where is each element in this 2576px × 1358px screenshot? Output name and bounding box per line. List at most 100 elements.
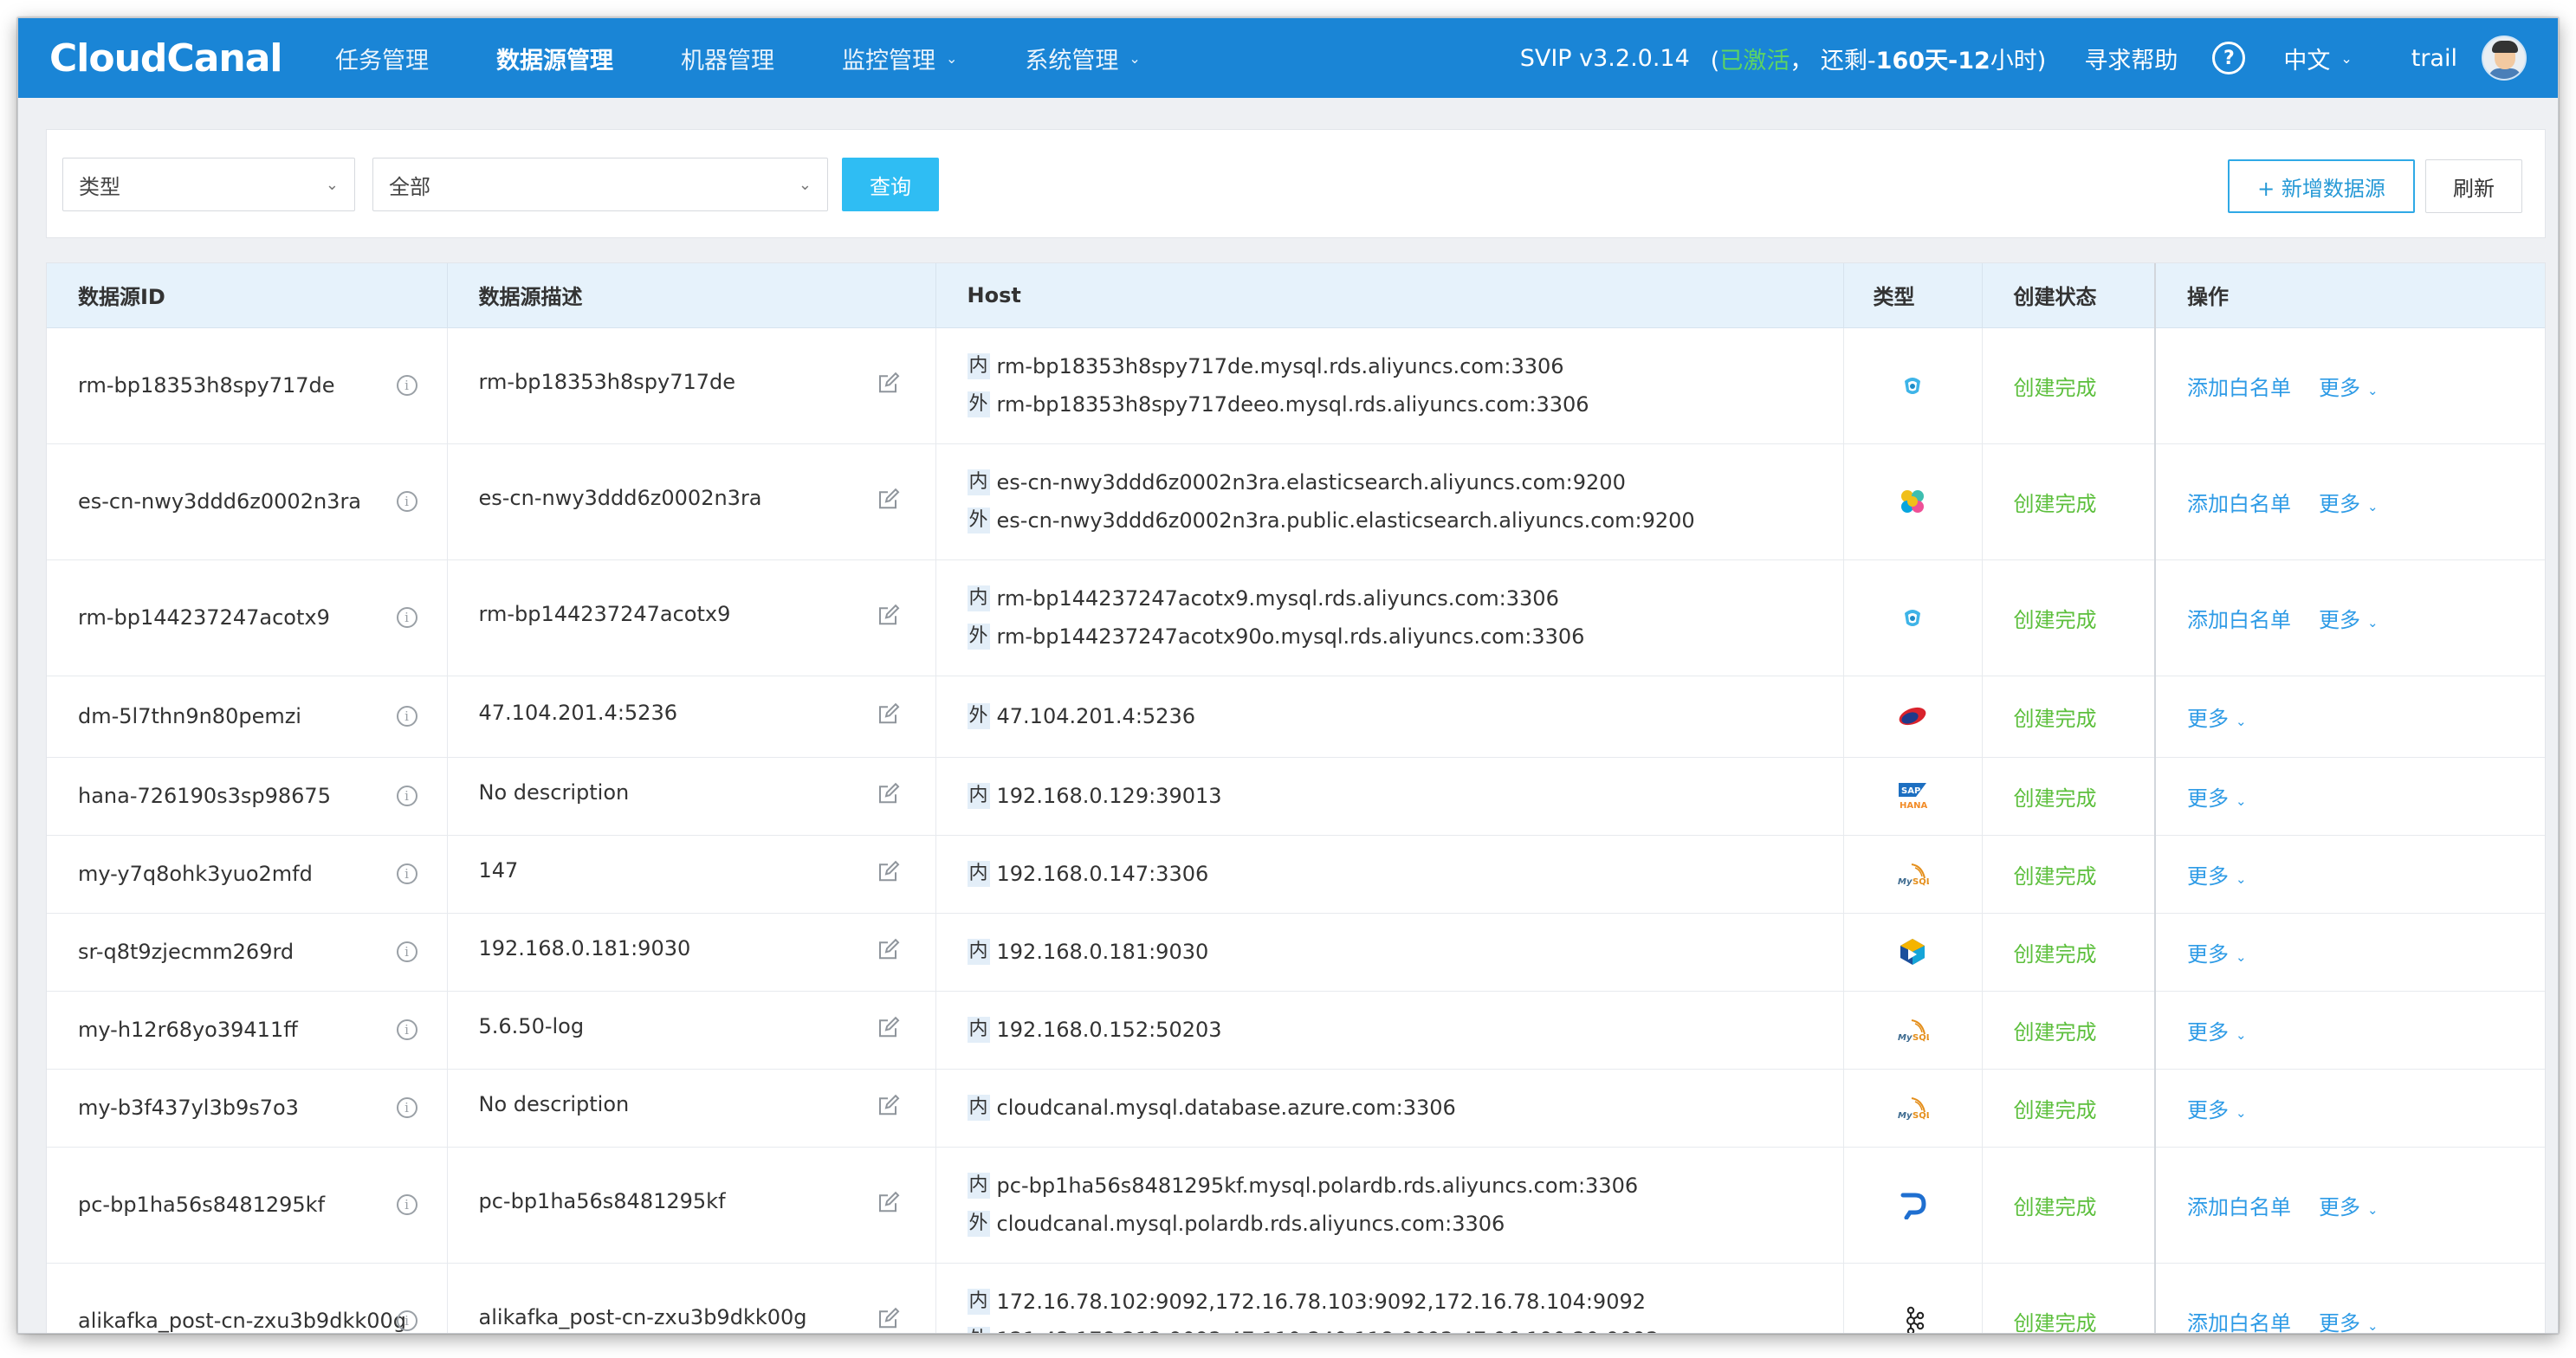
table-row[interactable]: my-y7q8ohk3yuo2mfd i 147 内 192.168.0.147:330… [47,835,2545,914]
type-select[interactable]: 类型 ⌄ [62,158,355,211]
info-icon[interactable]: i [396,706,417,727]
host-value: 192.168.0.181:9030 [996,940,1209,964]
cell-datasource-id: pc-bp1ha56s8481295kf i [47,1147,448,1264]
info-icon[interactable]: i [396,375,417,396]
cell-datasource-id: hana-726190s3sp98675 i [47,757,448,836]
refresh-button[interactable]: 刷新 [2425,159,2522,213]
add-whitelist-link[interactable]: 添加白名单 [2187,371,2291,401]
filter-bar: 类型 ⌄ 全部 ⌄ 查询 + 新增数据源 刷新 [46,129,2546,238]
cell-datasource-id: rm-bp144237247acotx9 i [47,559,448,676]
nav-item-3[interactable]: 监控管理 ⌄ [842,18,957,98]
nav-item-1[interactable]: 数据源管理 [496,18,613,98]
main-nav: 任务管理 数据源管理 机器管理 监控管理 ⌄ 系统管理 ⌄ [335,18,1208,98]
more-dropdown[interactable]: 更多 ⌄ [2319,1190,2379,1220]
datasource-desc: 192.168.0.181:9030 [478,936,691,960]
edit-icon[interactable] [877,1306,901,1330]
cell-datasource-desc: rm-bp18353h8spy717de [447,327,936,444]
logo[interactable]: CloudCanal [49,36,335,81]
edit-icon[interactable] [877,603,901,627]
chevron-down-icon: ⌄ [2367,614,2379,630]
table-row[interactable]: rm-bp144237247acotx9 i rm-bp144237247acotx… [47,559,2545,676]
cell-datasource-desc: No description [447,757,936,836]
table-row[interactable]: pc-bp1ha56s8481295kf i pc-bp1ha56s8481295k… [47,1147,2545,1264]
more-dropdown[interactable]: 更多 ⌄ [2187,1093,2247,1123]
cell-datasource-id: my-h12r68yo39411ff i [47,991,448,1070]
host-network-tag: 内 [967,353,990,379]
more-dropdown[interactable]: 更多 ⌄ [2319,371,2379,401]
svg-text:SQL: SQL [1913,1033,1929,1043]
table-row[interactable]: sr-q8t9zjecmm269rd i 192.168.0.181:9030 内 19… [47,913,2545,992]
info-icon[interactable]: i [396,1194,417,1215]
more-dropdown[interactable]: 更多 ⌄ [2187,859,2247,889]
edit-icon[interactable] [877,1190,901,1214]
query-button[interactable]: 查询 [842,158,939,211]
more-dropdown[interactable]: 更多 ⌄ [2187,937,2247,967]
info-icon[interactable]: i [396,786,417,806]
dameng-icon [1844,703,1982,729]
help-link[interactable]: 寻求帮助 [2084,42,2178,75]
host-line: 外 rm-bp18353h8spy717deeo.mysql.rds.aliyun… [967,385,1843,424]
table-row[interactable]: rm-bp18353h8spy717de i rm-bp18353h8spy717d… [47,327,2545,444]
table-row[interactable]: my-h12r68yo39411ff i 5.6.50-log 内 192.168.0.… [47,991,2545,1070]
info-icon[interactable]: i [396,607,417,628]
table-row[interactable]: hana-726190s3sp98675 i No description 内 192.… [47,757,2545,836]
col-header-desc: 数据源描述 [447,263,936,328]
edit-icon[interactable] [877,371,901,395]
nav-item-0[interactable]: 任务管理 [335,18,429,98]
edit-icon[interactable] [877,487,901,511]
add-whitelist-link[interactable]: 添加白名单 [2187,487,2291,517]
cell-datasource-id: sr-q8t9zjecmm269rd i [47,913,448,992]
info-icon[interactable]: i [396,491,417,512]
cell-datasource-desc: 5.6.50-log [447,991,936,1070]
host-value: 192.168.0.147:3306 [996,862,1209,886]
datasource-desc: es-cn-nwy3ddd6z0002n3ra [478,486,762,510]
cell-status: 创建完成 [1982,443,2156,560]
more-dropdown[interactable]: 更多 ⌄ [2187,1015,2247,1045]
avatar[interactable] [2482,36,2527,81]
more-label: 更多 [2319,375,2360,400]
language-select[interactable]: 中文 ⌄ [2283,42,2352,75]
chevron-down-icon: ⌄ [2236,1026,2247,1043]
svg-text:SQL: SQL [1913,877,1929,887]
version-label: SVIP v3.2.0.14 [1519,44,1690,72]
info-icon[interactable]: i [396,863,417,884]
scope-select-value: 全部 [389,174,430,199]
cell-type: MySQL [1843,1069,1983,1148]
more-dropdown[interactable]: 更多 ⌄ [2187,702,2247,732]
info-icon[interactable]: i [396,1019,417,1040]
edit-icon[interactable] [877,781,901,805]
username[interactable]: trail [2411,45,2457,72]
edit-icon[interactable] [877,859,901,883]
edit-icon[interactable] [877,702,901,726]
nav-item-2[interactable]: 机器管理 [681,18,774,98]
table-row[interactable]: dm-5l7thn9n80pemzi i 47.104.201.4:5236 外 47.… [47,676,2545,758]
more-dropdown[interactable]: 更多 ⌄ [2319,1306,2379,1334]
nav-item-4[interactable]: 系统管理 ⌄ [1025,18,1140,98]
add-whitelist-link[interactable]: 添加白名单 [2187,1190,2291,1220]
edit-icon[interactable] [877,1015,901,1039]
operations: 更多 ⌄ [2187,859,2545,889]
status-badge: 创建完成 [2013,941,2097,967]
license-days: 160天-12 [1875,47,1990,74]
scope-select[interactable]: 全部 ⌄ [372,158,828,211]
more-dropdown[interactable]: 更多 ⌄ [2319,487,2379,517]
host-value: rm-bp18353h8spy717deeo.mysql.rds.aliyunc… [996,392,1589,417]
info-icon[interactable]: i [396,1097,417,1118]
chevron-down-icon: ⌄ [2236,792,2247,809]
info-icon[interactable]: i [396,941,417,962]
add-datasource-button[interactable]: + 新增数据源 [2228,159,2415,213]
add-whitelist-link[interactable]: 添加白名单 [2187,603,2291,633]
help-question-icon[interactable]: ? [2212,42,2246,74]
more-label: 更多 [2319,1194,2360,1219]
edit-icon[interactable] [877,937,901,961]
info-icon[interactable]: i [396,1310,417,1331]
more-dropdown[interactable]: 更多 ⌄ [2187,781,2247,812]
operations: 更多 ⌄ [2187,937,2545,967]
table-row[interactable]: alikafka_post-cn-zxu3b9dkk00g i alikafka_p… [47,1263,2545,1334]
add-whitelist-link[interactable]: 添加白名单 [2187,1306,2291,1334]
host-line: 内 192.168.0.152:50203 [967,1011,1843,1049]
table-row[interactable]: my-b3f437yl3b9s7o3 i No description 内 cloudc… [47,1069,2545,1148]
table-row[interactable]: es-cn-nwy3ddd6z0002n3ra i es-cn-nwy3ddd6z0… [47,443,2545,560]
edit-icon[interactable] [877,1093,901,1117]
more-dropdown[interactable]: 更多 ⌄ [2319,603,2379,633]
